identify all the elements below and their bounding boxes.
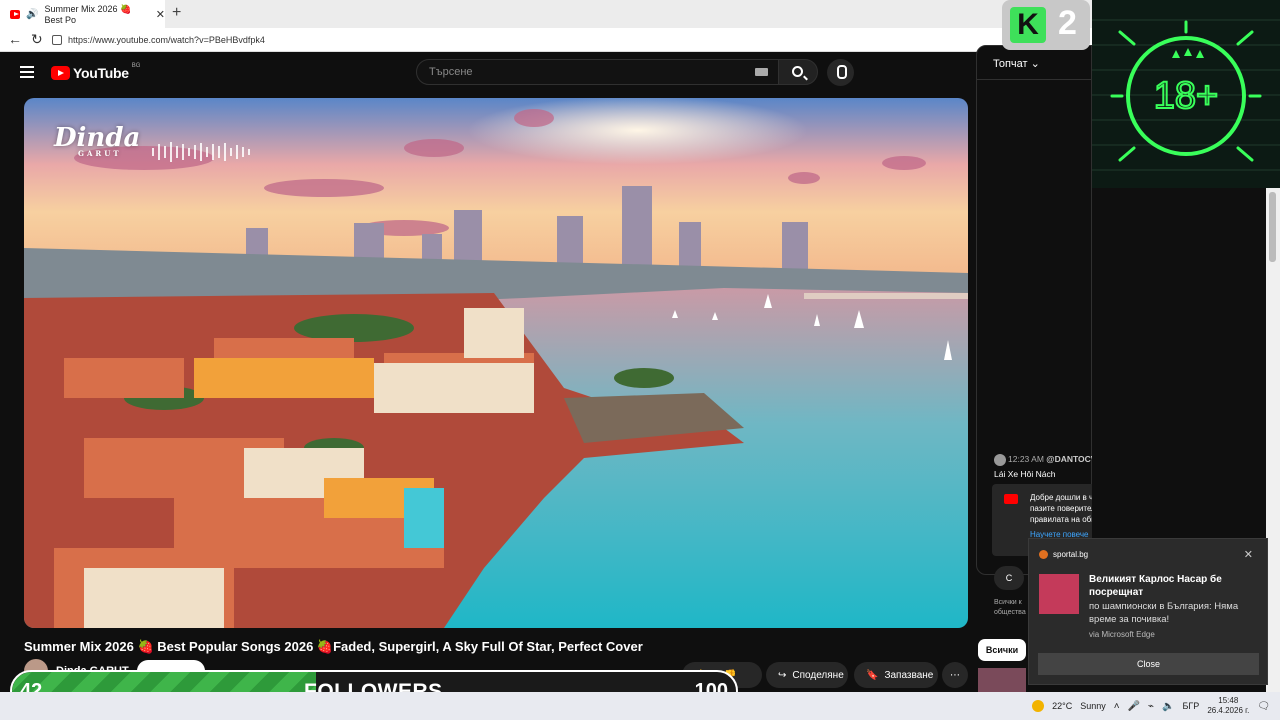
hamburger-menu-icon[interactable] — [20, 66, 34, 81]
notifications-icon[interactable]: 🗨 — [1257, 701, 1270, 712]
channel-watermark: Dinda GARUT — [54, 123, 140, 158]
search-icon — [792, 66, 803, 77]
edge-notification: sportal.bg ✕ Великият Карлос Насар бе по… — [1028, 538, 1268, 685]
site-info-icon[interactable] — [52, 35, 62, 45]
share-icon: ↪ — [778, 669, 787, 681]
notification-via: via Microsoft Edge — [1089, 630, 1155, 639]
more-actions-button[interactable]: ⋯ — [942, 662, 968, 688]
volume-icon[interactable]: 🔈 — [1162, 701, 1174, 712]
youtube-logo[interactable]: YouTube BG — [51, 63, 141, 81]
network-icon[interactable]: ⌁ — [1148, 701, 1154, 712]
filter-chip-all[interactable]: Всички — [978, 639, 1026, 661]
chat-input[interactable]: С — [994, 566, 1024, 590]
tab-title: Summer Mix 2026 🍓 Best Po — [44, 3, 132, 25]
notification-close-button[interactable]: Close — [1038, 653, 1259, 675]
page-scrollbar[interactable] — [1266, 188, 1280, 692]
chevron-down-icon: ⌄ — [1030, 58, 1040, 70]
search-placeholder: Търсене — [429, 66, 473, 78]
share-label: Споделяне — [792, 669, 844, 681]
chat-author-avatar — [994, 454, 1006, 466]
video-frame-image — [24, 98, 968, 628]
related-video-thumbnail[interactable] — [978, 668, 1026, 692]
clock-time: 15:48 — [1218, 696, 1239, 705]
save-button[interactable]: 🔖 Запазване — [854, 662, 938, 688]
notification-title[interactable]: Великият Карлос Насар бе посрещнат — [1089, 573, 1259, 599]
notification-source-name: sportal.bg — [1053, 550, 1089, 559]
video-title: Summer Mix 2026 🍓 Best Popular Songs 202… — [24, 639, 643, 654]
notification-body: по шампионски в България: Няма време за … — [1089, 601, 1239, 625]
microphone-icon[interactable]: 🎤 — [1128, 701, 1140, 712]
reload-icon[interactable]: ↻ — [31, 31, 43, 48]
kick-k2-overlay: K 2 — [1002, 0, 1090, 50]
kick-logo-icon: K — [1010, 7, 1046, 43]
video-player[interactable]: Dinda GARUT — [24, 98, 968, 628]
more-icon: ⋯ — [950, 669, 960, 681]
notification-source: sportal.bg — [1039, 550, 1088, 559]
clock-date: 26.4.2026 г. — [1207, 706, 1250, 715]
speaker-icon[interactable]: 🔊 — [26, 9, 38, 20]
system-tray: 22°C Sunny ˄ 🎤 ⌁ 🔈 БГР 15:48 26.4.2026 г… — [1032, 692, 1270, 720]
youtube-icon — [1004, 494, 1018, 504]
search-button[interactable] — [778, 59, 818, 85]
url-field[interactable]: https://www.youtube.com/watch?v=PBeHBvdf… — [52, 31, 1002, 49]
save-label: Запазване — [884, 669, 934, 681]
chat-time: 12:23 AM — [1008, 454, 1044, 464]
bookmark-icon: 🔖 — [866, 669, 879, 681]
country-code: BG — [131, 63, 141, 69]
browser-tab[interactable]: 🔊 Summer Mix 2026 🍓 Best Po ✕ — [0, 0, 165, 28]
keyboard-icon[interactable] — [755, 68, 768, 76]
neon-18-plus-overlay: 18+ — [1092, 0, 1280, 188]
chat-mode-dropdown[interactable]: Топчат ⌄ — [977, 46, 1091, 80]
youtube-page: YouTube BG Търсене Dinda GARUT Summer Mi… — [2, 53, 1092, 720]
sportal-favicon-icon — [1039, 550, 1048, 559]
youtube-play-icon — [51, 66, 70, 80]
clock[interactable]: 15:48 26.4.2026 г. — [1207, 696, 1249, 716]
neon-text: 18+ — [1154, 75, 1218, 117]
kick-number: 2 — [1058, 4, 1077, 42]
youtube-logo-text: YouTube — [73, 65, 129, 81]
share-button[interactable]: ↪ Споделяне — [766, 662, 848, 688]
close-icon[interactable]: ✕ — [1244, 548, 1253, 561]
notification-image — [1039, 574, 1079, 614]
scrollbar-thumb[interactable] — [1269, 192, 1276, 262]
language-indicator[interactable]: БГР — [1183, 701, 1200, 711]
youtube-favicon-icon — [10, 9, 21, 19]
voice-search-button[interactable] — [827, 59, 854, 86]
neon-sign-icon: 18+ — [1092, 19, 1280, 171]
chevron-up-icon[interactable]: ˄ — [1114, 701, 1120, 712]
weather-temp[interactable]: 22°C — [1052, 701, 1072, 711]
url-text: https://www.youtube.com/watch?v=PBeHBvdf… — [68, 35, 265, 45]
weather-sun-icon[interactable] — [1032, 700, 1045, 712]
weather-desc[interactable]: Sunny — [1080, 701, 1106, 711]
close-tab-icon[interactable]: ✕ — [156, 8, 165, 21]
back-arrow-icon[interactable]: ← — [8, 31, 22, 47]
windows-taskbar: 22°C Sunny ˄ 🎤 ⌁ 🔈 БГР 15:48 26.4.2026 г… — [0, 692, 1280, 720]
chat-mode-label: Топчат — [993, 58, 1028, 70]
new-tab-icon[interactable]: + — [172, 4, 181, 22]
search-input[interactable]: Търсене — [416, 59, 779, 85]
